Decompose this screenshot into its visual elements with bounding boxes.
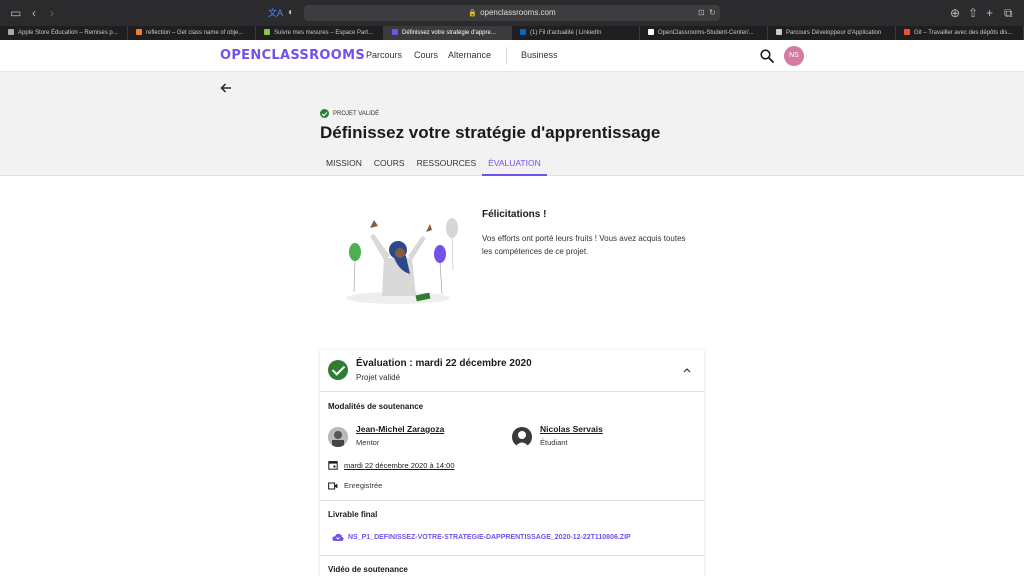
reload-icon[interactable]: ↻ (709, 5, 716, 21)
browser-tab[interactable]: Git – Travailler avec des dépôts dis... (896, 26, 1024, 40)
video-label: Vidéo de soutenance (328, 565, 408, 574)
tab-label: (1) Fil d'actualité | LinkedIn (530, 30, 602, 36)
sidebar-toggle-icon[interactable]: ▭ (10, 5, 21, 21)
tab-label: reflection – Get class name of obje... (146, 30, 244, 36)
evaluation-status: Projet validé (356, 373, 401, 382)
section-divider (320, 555, 704, 556)
tab-label: OpenClassrooms-Student-Center/... (658, 30, 754, 36)
evaluation-title: Évaluation : mardi 22 décembre 2020 (356, 358, 532, 369)
search-icon[interactable] (760, 49, 774, 63)
celebration-illustration (346, 218, 458, 304)
evaluation-card: Évaluation : mardi 22 décembre 2020 Proj… (320, 350, 704, 576)
badge-label: PROJET VALIDÉ (333, 110, 380, 117)
lock-icon: 🔒 (468, 10, 478, 17)
mentor-avatar (328, 427, 348, 447)
tab-favicon-icon (264, 29, 270, 35)
browser-tab[interactable]: (1) Fil d'actualité | LinkedIn (512, 26, 640, 40)
tab-favicon-icon (648, 29, 654, 35)
openclassrooms-logo[interactable]: OPENCLASSROOMS (220, 48, 365, 63)
nav-parcours[interactable]: Parcours (366, 50, 402, 60)
tab-mission[interactable]: MISSION (320, 156, 368, 176)
shield-icon[interactable]: ◐ (288, 5, 294, 21)
deliverable-filename: NS_P1_DEFINISSEZ-VOTRE-STRATEGIE-DAPPREN… (348, 534, 631, 541)
tab-label: Git – Travailler avec des dépôts dis... (914, 30, 1013, 36)
tab-ressources[interactable]: RESSOURCES (411, 156, 483, 176)
mentor-name[interactable]: Jean-Michel Zaragoza (356, 424, 444, 434)
evaluation-date-link[interactable]: mardi 22 décembre 2020 à 14:00 (344, 461, 455, 470)
project-hero: PROJET VALIDÉ Définissez votre stratégie… (0, 72, 1024, 176)
browser-tab-active[interactable]: Définissez votre stratégie d'appre... (384, 26, 512, 40)
new-tab-icon[interactable]: + (986, 5, 993, 21)
url-text: openclassrooms.com (480, 8, 556, 17)
tab-favicon-icon (8, 29, 14, 35)
evaluation-header[interactable]: Évaluation : mardi 22 décembre 2020 Proj… (320, 350, 704, 392)
modalities-label: Modalités de soutenance (328, 402, 424, 411)
check-circle-icon (328, 360, 348, 380)
browser-toolbar: ▭ ‹ › 文A ◐ 🔒 openclassrooms.com ⊡ ↻ ⊕ ⇧ +… (0, 0, 1024, 26)
congrats-text: Vos efforts ont porté leurs fruits ! Vou… (482, 234, 686, 256)
tab-favicon-icon (392, 29, 398, 35)
recording-status: Enregistrée (344, 481, 383, 490)
back-nav-icon[interactable]: ‹ (32, 5, 36, 21)
download-icon[interactable]: ⊕ (950, 5, 960, 21)
cloud-download-icon (332, 533, 344, 541)
browser-tabs: Apple Store Éducation – Remises p... ref… (0, 26, 1024, 40)
project-status-badge: PROJET VALIDÉ (320, 109, 379, 118)
video-camera-icon (328, 482, 338, 489)
tab-favicon-icon (520, 29, 526, 35)
recording-row: Enregistrée (328, 481, 382, 490)
user-avatar[interactable]: NS (784, 46, 804, 66)
tab-label: Apple Store Éducation – Remises p... (18, 30, 118, 36)
site-header: OPENCLASSROOMS Parcours Cours Alternance… (0, 40, 1024, 72)
browser-tab[interactable]: reflection – Get class name of obje... (128, 26, 256, 40)
page-title: Définissez votre stratégie d'apprentissa… (320, 123, 661, 142)
project-tabs: MISSION COURS RESSOURCES ÉVALUATION (320, 156, 547, 176)
check-circle-icon (320, 109, 329, 118)
nav-alternance[interactable]: Alternance (448, 50, 491, 60)
student-name[interactable]: Nicolas Servais (540, 424, 603, 434)
mentor-role: Mentor (356, 438, 380, 447)
browser-tab[interactable]: Apple Store Éducation – Remises p... (0, 26, 128, 40)
tab-favicon-icon (136, 29, 142, 35)
forward-nav-icon[interactable]: › (50, 5, 54, 21)
deliverable-download[interactable]: NS_P1_DEFINISSEZ-VOTRE-STRATEGIE-DAPPREN… (332, 533, 631, 542)
evaluation-date-row: mardi 22 décembre 2020 à 14:00 (328, 460, 455, 470)
tab-label: Suivre mes mesures – Espace Part... (274, 30, 374, 36)
calendar-icon (328, 461, 338, 470)
tab-evaluation[interactable]: ÉVALUATION (482, 156, 547, 176)
translate-page-icon[interactable]: ⊡ (698, 5, 705, 21)
nav-divider (506, 47, 507, 65)
arrow-left-icon[interactable] (220, 82, 232, 94)
browser-tab[interactable]: Parcours Développeur d'Application (768, 26, 896, 40)
deliverable-label: Livrable final (328, 510, 378, 519)
tab-label: Parcours Développeur d'Application (786, 30, 882, 36)
translate-icon[interactable]: 文A (268, 5, 283, 21)
tab-favicon-icon (776, 29, 782, 35)
tab-favicon-icon (904, 29, 910, 35)
tab-cours[interactable]: COURS (368, 156, 411, 176)
student-role: Étudiant (540, 438, 568, 447)
nav-cours[interactable]: Cours (414, 50, 438, 60)
browser-tab[interactable]: OpenClassrooms-Student-Center/... (640, 26, 768, 40)
congrats-title: Félicitations ! (482, 209, 547, 220)
section-divider (320, 500, 704, 501)
browser-tab[interactable]: Suivre mes mesures – Espace Part... (256, 26, 384, 40)
student-avatar (512, 427, 532, 447)
chevron-up-icon[interactable] (682, 366, 692, 374)
tab-label: Définissez votre stratégie d'appre... (402, 30, 496, 36)
tab-overview-icon[interactable]: ⧉ (1004, 5, 1013, 21)
share-icon[interactable]: ⇧ (968, 5, 978, 21)
address-bar[interactable]: 🔒 openclassrooms.com ⊡ ↻ (304, 5, 720, 21)
nav-business[interactable]: Business (521, 50, 558, 60)
